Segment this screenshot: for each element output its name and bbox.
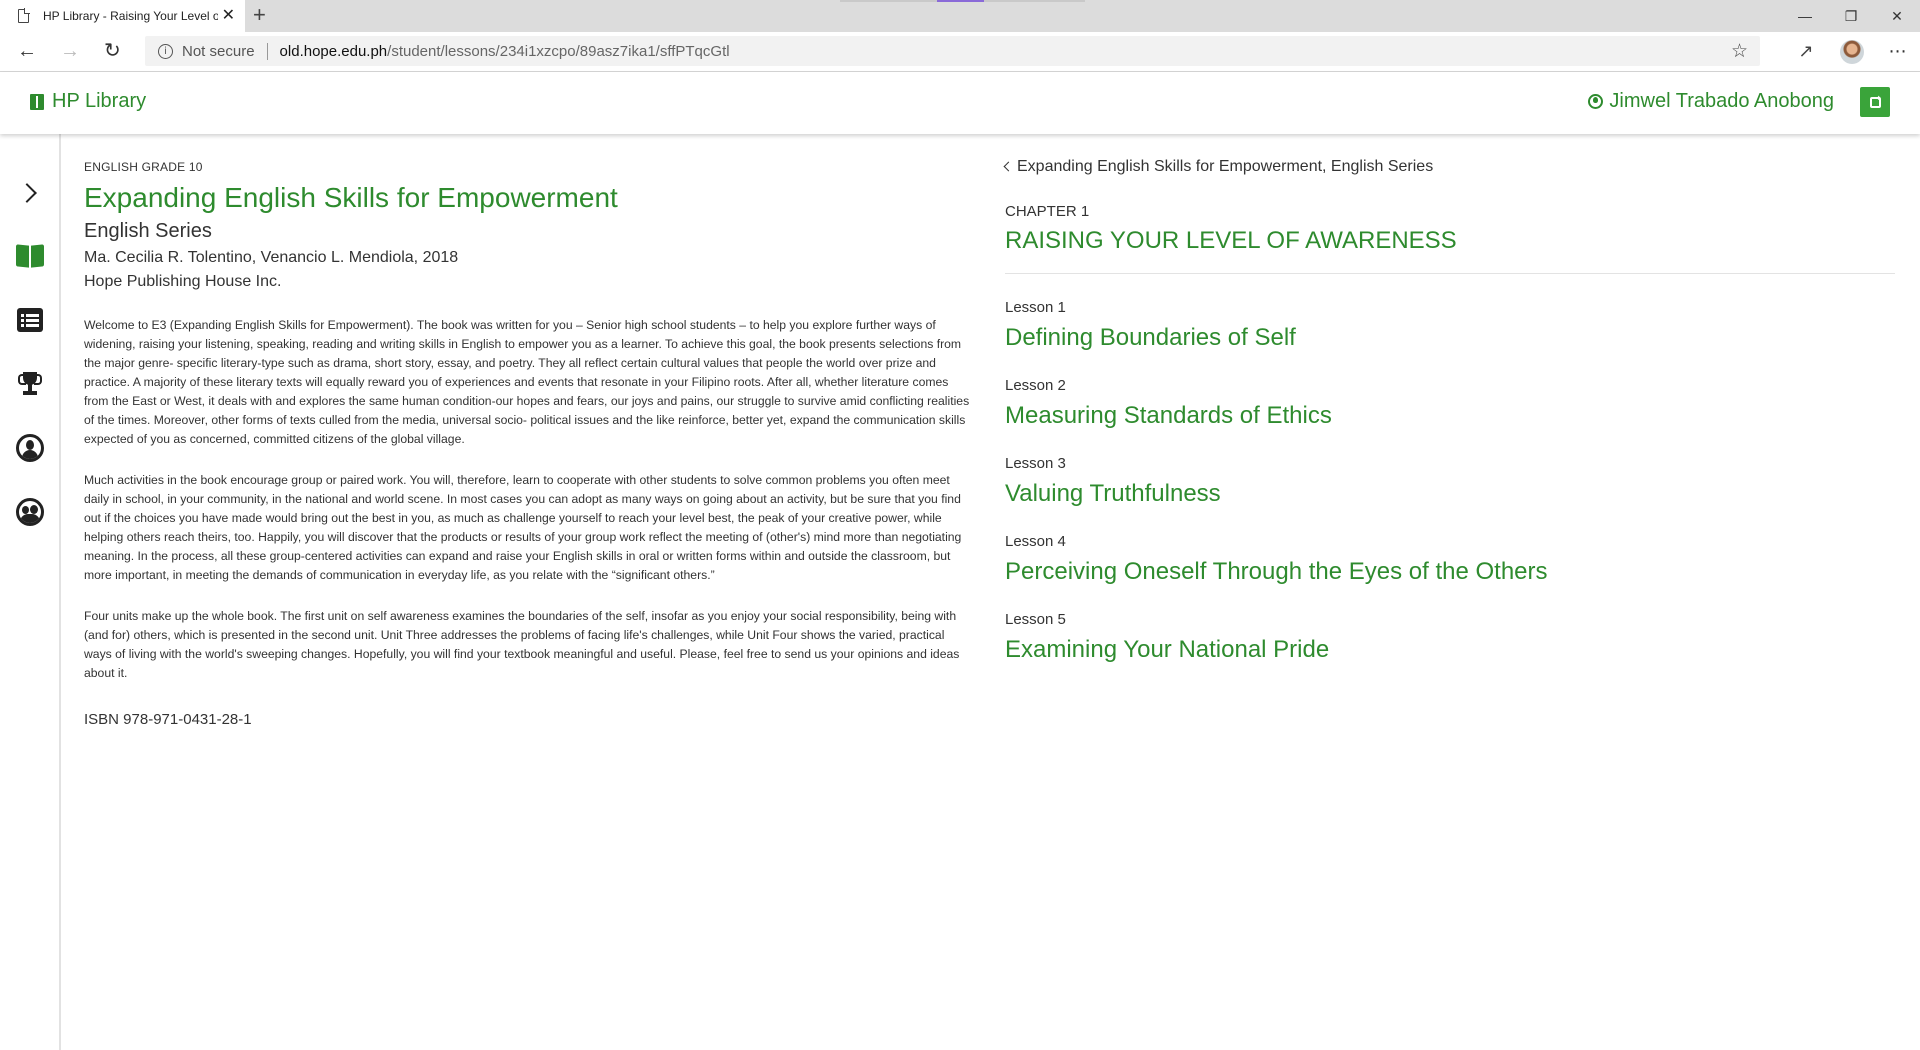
chevron-left-icon	[1003, 161, 1014, 171]
tab-title: HP Library - Raising Your Level o	[43, 9, 218, 23]
reload-icon[interactable]: ↻	[104, 40, 121, 62]
tab-close-icon[interactable]: ✕	[222, 8, 235, 24]
info-icon[interactable]: i	[158, 43, 173, 59]
more-options-icon[interactable]: ⋯	[1876, 41, 1920, 62]
lesson-title-link[interactable]: Examining Your National Pride	[1005, 636, 1895, 664]
lesson-item: Lesson 4 Perceiving Oneself Through the …	[1005, 533, 1895, 586]
user-name: Jimwel Trabado Anobong	[1609, 90, 1834, 112]
back-link-label: Expanding English Skills for Empowerment…	[1017, 158, 1434, 175]
browser-toolbar: ← → ↻ i Not secure old.hope.edu.ph /stud…	[0, 32, 1920, 72]
sidebar-item-library[interactable]	[0, 236, 59, 276]
chapter-panel: Expanding English Skills for Empowerment…	[1003, 158, 1895, 664]
book-icon	[15, 244, 44, 268]
lesson-title-link[interactable]: Perceiving Oneself Through the Eyes of t…	[1005, 558, 1895, 586]
chapter-title: RAISING YOUR LEVEL OF AWARENESS	[1005, 227, 1457, 254]
book-details: ENGLISH GRADE 10 Expanding English Skill…	[84, 160, 974, 728]
browser-tab-bar: HP Library - Raising Your Level o ✕ + — …	[0, 0, 1920, 32]
book-description-paragraph: Much activities in the book encourage gr…	[84, 473, 962, 582]
user-profile-link[interactable]: Jimwel Trabado Anobong	[1588, 90, 1834, 113]
book-logo-icon	[30, 93, 44, 110]
book-authors: Ma. Cecilia R. Tolentino, Venancio L. Me…	[84, 249, 459, 266]
lesson-label: Lesson 3	[1005, 455, 1066, 472]
window-controls: — ❐ ✕	[1782, 0, 1920, 32]
url-path[interactable]: /student/lessons/234i1xzcpo/89asz7ika1/s…	[387, 43, 729, 60]
browser-tools: ↗ ⋯	[1784, 32, 1920, 71]
security-label[interactable]: Not secure	[182, 43, 255, 60]
book-description-paragraph: Four units make up the whole book. The f…	[84, 609, 960, 680]
app-header: HP Library Jimwel Trabado Anobong	[0, 72, 1920, 134]
page-icon	[18, 8, 30, 23]
sidebar-item-profile[interactable]	[0, 428, 59, 468]
lesson-label: Lesson 2	[1005, 377, 1066, 394]
lesson-label: Lesson 4	[1005, 533, 1066, 550]
favorite-star-icon[interactable]: ☆	[1731, 40, 1748, 63]
url-host[interactable]: old.hope.edu.ph	[280, 43, 388, 60]
lesson-item: Lesson 5 Examining Your National Pride	[1005, 611, 1895, 664]
sidebar	[0, 134, 61, 1050]
brand-name: HP Library	[52, 90, 147, 112]
book-series: English Series	[84, 220, 212, 242]
new-tab-button[interactable]: +	[253, 4, 266, 26]
lesson-title-link[interactable]: Measuring Standards of Ethics	[1005, 402, 1895, 430]
profile-avatar[interactable]	[1840, 39, 1864, 64]
share-icon[interactable]: ↗	[1784, 41, 1828, 62]
book-title: Expanding English Skills for Empowerment	[84, 182, 618, 213]
divider	[1005, 273, 1895, 274]
lesson-label: Lesson 1	[1005, 299, 1066, 316]
sidebar-item-lessons[interactable]	[0, 300, 59, 340]
lesson-item: Lesson 1 Defining Boundaries of Self	[1005, 299, 1895, 352]
sidebar-toggle[interactable]	[0, 173, 59, 213]
lesson-item: Lesson 2 Measuring Standards of Ethics	[1005, 377, 1895, 430]
lesson-title-link[interactable]: Valuing Truthfulness	[1005, 480, 1895, 508]
book-isbn: ISBN 978-971-0431-28-1	[84, 711, 252, 728]
minimize-button[interactable]: —	[1782, 0, 1828, 32]
forward-arrow-icon[interactable]: →	[60, 40, 80, 62]
chevron-right-icon	[16, 183, 37, 203]
browser-tab[interactable]: HP Library - Raising Your Level o ✕	[0, 0, 245, 32]
sidebar-item-achievements[interactable]	[0, 364, 59, 404]
user-icon	[1588, 94, 1604, 109]
book-description-paragraph: Welcome to E3 (Expanding English Skills …	[84, 318, 970, 446]
back-arrow-icon[interactable]: ←	[17, 40, 37, 62]
sidebar-item-groups[interactable]	[0, 492, 59, 532]
brand-link[interactable]: HP Library	[30, 90, 146, 113]
restore-button[interactable]: ❐	[1828, 0, 1874, 32]
close-window-button[interactable]: ✕	[1874, 0, 1920, 32]
lesson-item: Lesson 3 Valuing Truthfulness	[1005, 455, 1895, 508]
chapter-label: CHAPTER 1	[1005, 203, 1090, 220]
user-circle-icon	[15, 434, 44, 462]
tab-strip-accent	[937, 0, 984, 2]
logout-icon	[1869, 93, 1881, 108]
book-publisher: Hope Publishing House Inc.	[84, 273, 282, 290]
trophy-icon	[17, 371, 43, 397]
list-icon	[16, 308, 43, 332]
lesson-label: Lesson 5	[1005, 611, 1066, 628]
book-grade: ENGLISH GRADE 10	[84, 160, 203, 174]
lesson-title-link[interactable]: Defining Boundaries of Self	[1005, 324, 1895, 352]
address-bar[interactable]: i Not secure old.hope.edu.ph /student/le…	[145, 36, 1760, 66]
url-separator	[266, 42, 268, 60]
back-to-book-link[interactable]: Expanding English Skills for Empowerment…	[1003, 158, 1895, 176]
group-circle-icon	[15, 498, 44, 526]
logout-button[interactable]	[1860, 87, 1890, 117]
